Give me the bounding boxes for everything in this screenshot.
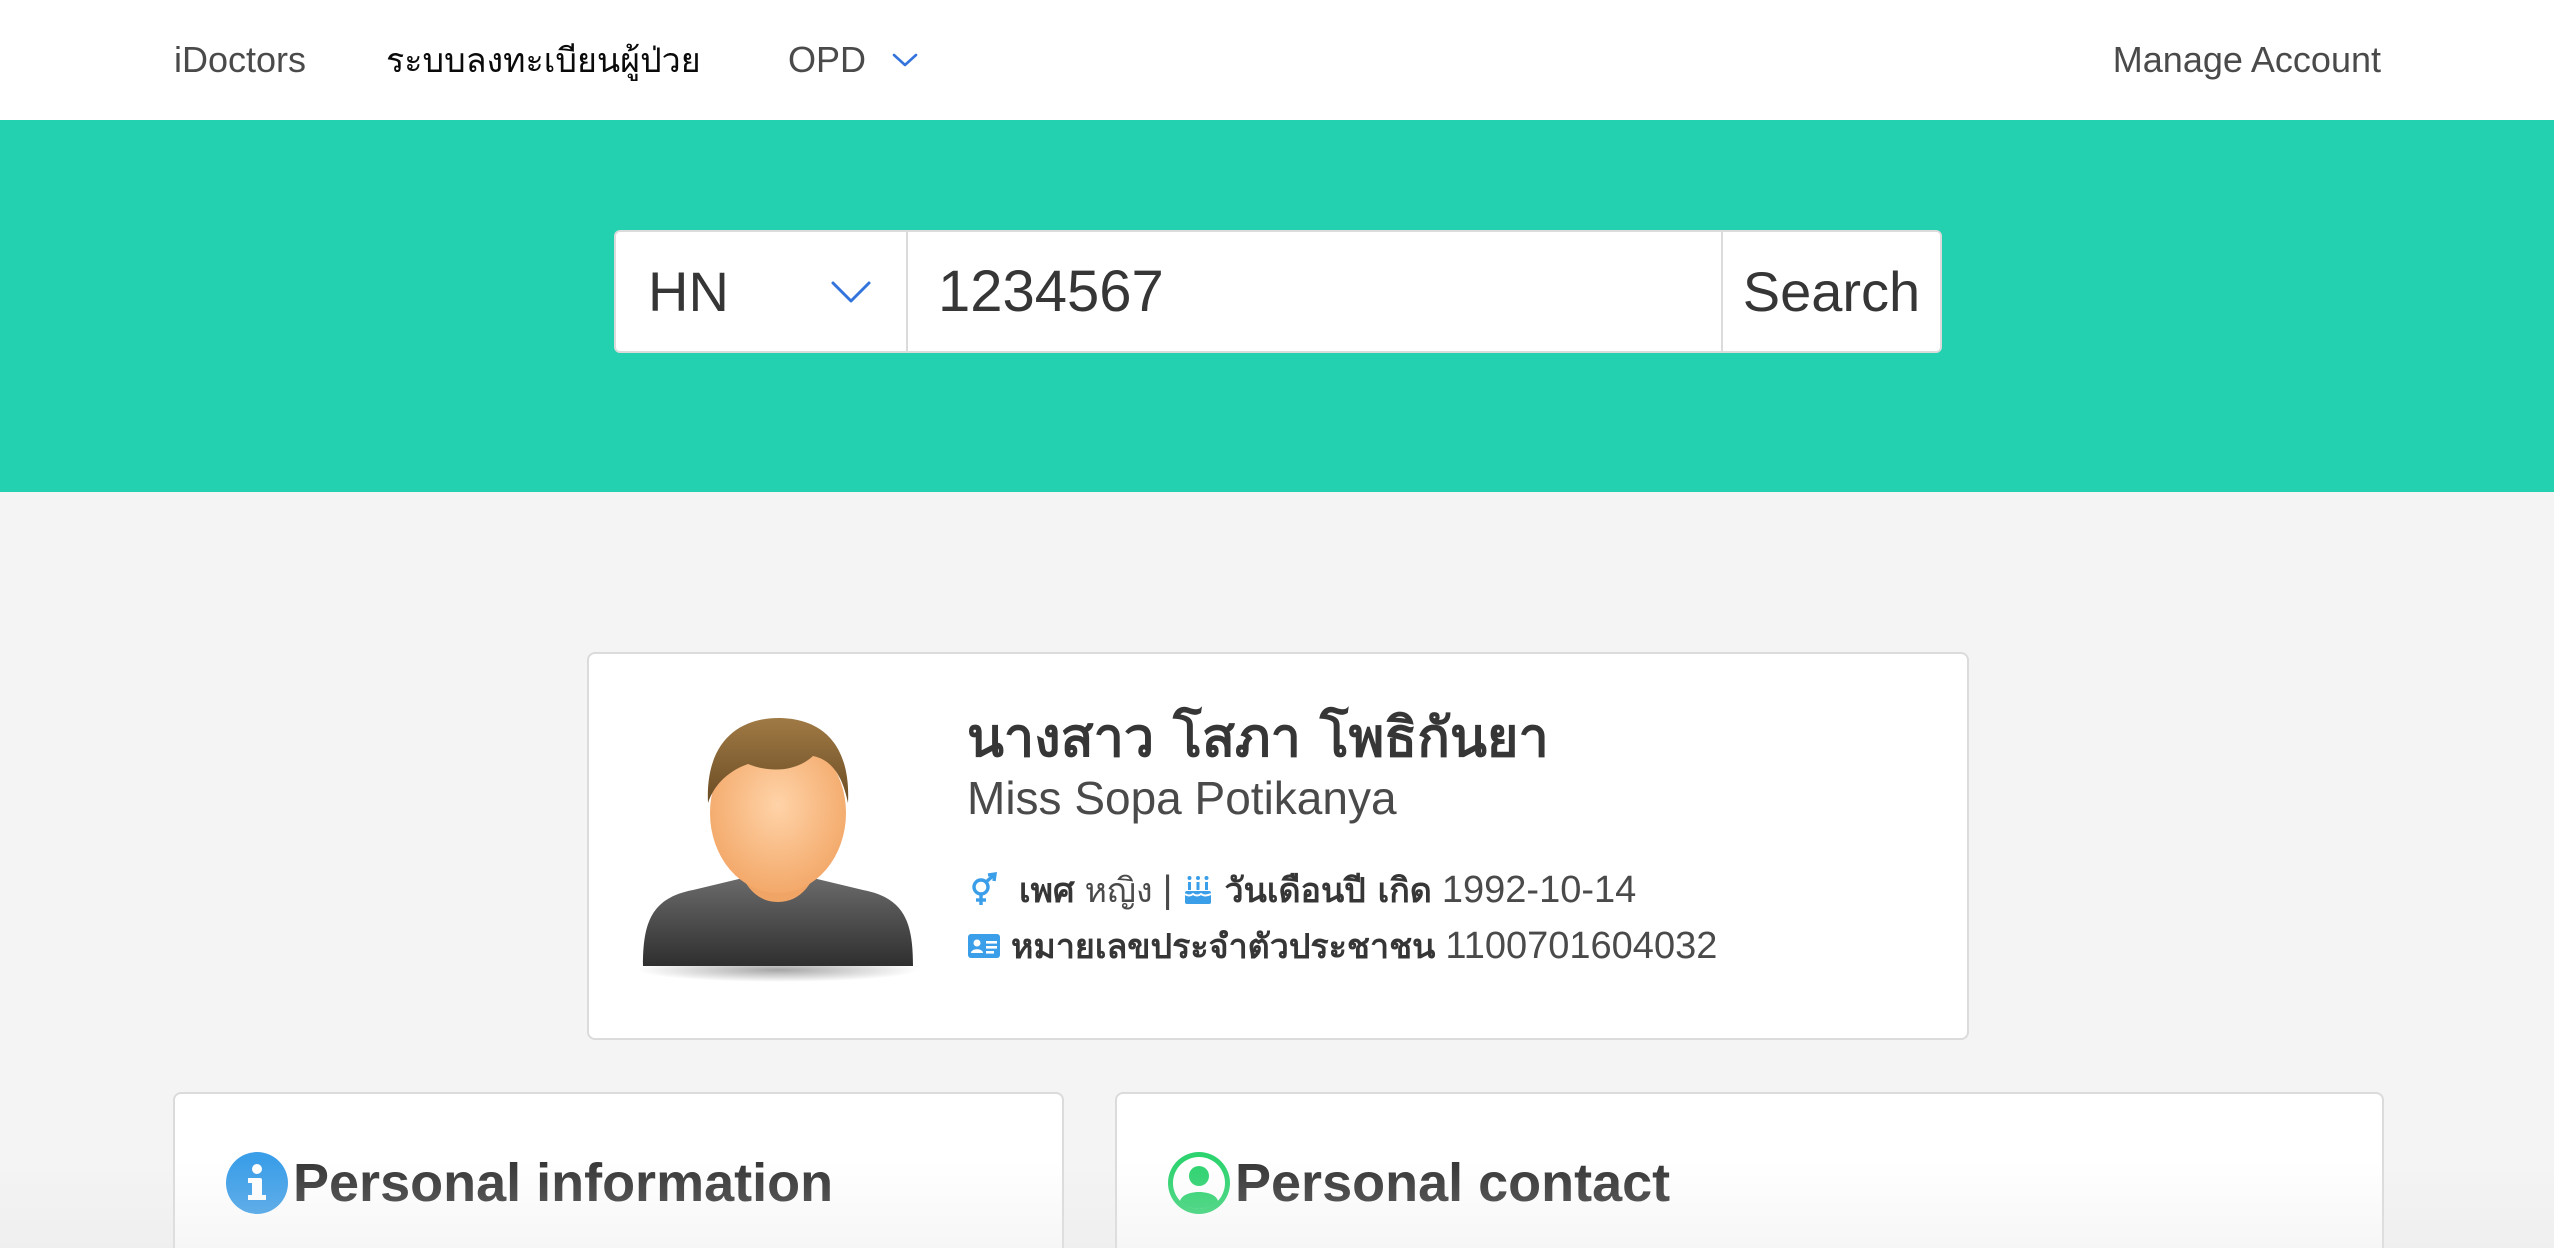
national-id-value: 1100701604032: [1445, 924, 1718, 967]
gender-label: เพศ: [1019, 871, 1075, 911]
info-circle-icon: [226, 1152, 288, 1214]
id-card-icon: [967, 933, 1001, 959]
search-type-select[interactable]: HN: [616, 232, 908, 351]
personal-contact-title: Personal contact: [1235, 1153, 1671, 1213]
search-button[interactable]: Search: [1720, 232, 1940, 351]
patient-name-english: Miss Sopa Potikanya: [967, 772, 1397, 824]
birthday-cake-icon: [1182, 874, 1214, 906]
personal-information-header: Personal information: [225, 1148, 833, 1218]
nav-patient-registration[interactable]: ระบบลงทะเบียนผู้ป่วย: [386, 0, 701, 120]
patient-details: นางสาว โสภา โพธิกันยา Miss Sopa Potikany…: [967, 702, 1947, 974]
nav-brand-idoctors[interactable]: iDoctors: [174, 0, 306, 120]
nav-opd-dropdown[interactable]: OPD: [788, 0, 918, 120]
personal-contact-header: Personal contact: [1167, 1148, 1670, 1218]
personal-information-title: Personal information: [293, 1153, 834, 1213]
chevron-down-icon: [892, 53, 918, 67]
patient-name-thai: นางสาว โสภา โพธิกันยา: [967, 706, 1549, 769]
personal-contact-card: Personal contact: [1115, 1092, 2384, 1248]
national-id-line: หมายเลขประจำตัวประชาชน 1100701604032: [967, 918, 1947, 974]
personal-information-card: Personal information: [173, 1092, 1064, 1248]
nav-manage-account[interactable]: Manage Account: [2113, 0, 2381, 120]
user-circle-icon: [1168, 1152, 1230, 1214]
search-type-value: HN: [648, 260, 729, 323]
patient-summary-card: นางสาว โสภา โพธิกันยา Miss Sopa Potikany…: [587, 652, 1969, 1040]
avatar: [638, 718, 918, 982]
search-input[interactable]: [907, 232, 1721, 351]
gender-value: หญิง: [1084, 871, 1153, 911]
gender-icon: [967, 872, 1001, 908]
top-navbar: iDoctors ระบบลงทะเบียนผู้ป่วย OPD Manage…: [0, 0, 2554, 120]
detail-separator: |: [1162, 868, 1173, 911]
birthdate-value: 1992-10-14: [1441, 868, 1637, 911]
nav-opd-label: OPD: [788, 39, 867, 80]
chevron-down-icon: [831, 281, 871, 302]
patient-search-bar: HN Search: [614, 230, 1942, 353]
birthdate-label: วันเดือนปี เกิด: [1224, 871, 1432, 911]
gender-birthdate-line: เพศ หญิง | วันเดือนปี เกิด 1992-10-14: [967, 862, 1947, 918]
national-id-label: หมายเลขประจำตัวประชาชน: [1011, 927, 1436, 967]
